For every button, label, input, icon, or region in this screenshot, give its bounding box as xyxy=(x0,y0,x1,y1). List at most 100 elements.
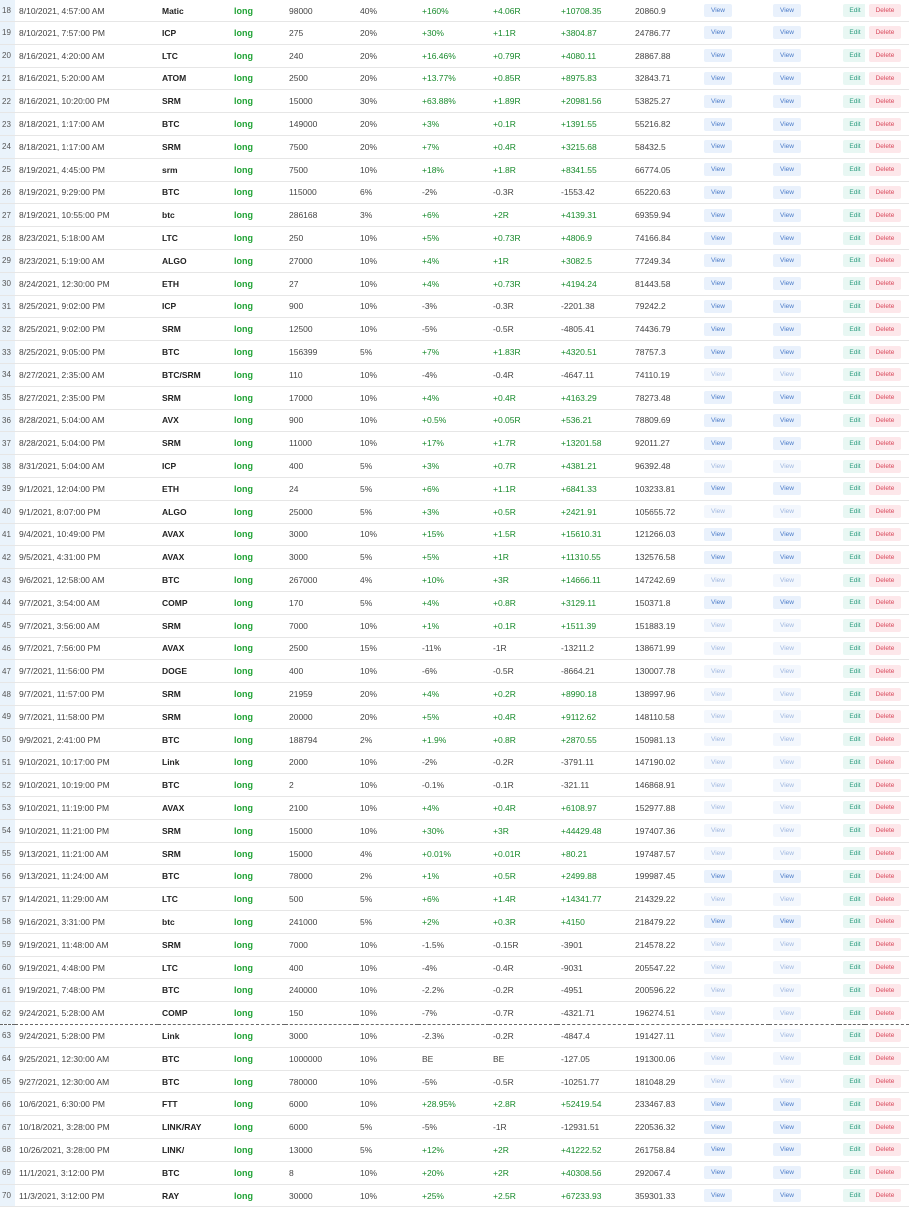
view-button[interactable]: View xyxy=(704,299,732,313)
view-chart-button[interactable]: View xyxy=(773,641,801,655)
view-button[interactable]: View xyxy=(704,824,732,838)
edit-button[interactable]: Edit xyxy=(843,140,865,154)
edit-button[interactable]: Edit xyxy=(843,892,865,906)
view-button[interactable]: View xyxy=(704,277,732,291)
view-button[interactable]: View xyxy=(704,573,732,587)
edit-button[interactable]: Edit xyxy=(843,413,865,427)
view-button[interactable]: View xyxy=(704,482,732,496)
edit-button[interactable]: Edit xyxy=(843,1143,865,1157)
view-chart-button[interactable]: View xyxy=(773,1097,801,1111)
delete-button[interactable]: Delete xyxy=(869,550,901,564)
view-chart-button[interactable]: View xyxy=(773,869,801,883)
edit-button[interactable]: Edit xyxy=(843,231,865,245)
view-chart-button[interactable]: View xyxy=(773,163,801,177)
edit-button[interactable]: Edit xyxy=(843,938,865,952)
delete-button[interactable]: Delete xyxy=(869,1006,901,1020)
edit-button[interactable]: Edit xyxy=(843,710,865,724)
view-button[interactable]: View xyxy=(704,71,732,85)
view-chart-button[interactable]: View xyxy=(773,573,801,587)
delete-button[interactable]: Delete xyxy=(869,368,901,382)
edit-button[interactable]: Edit xyxy=(843,847,865,861)
edit-button[interactable]: Edit xyxy=(843,26,865,40)
view-chart-button[interactable]: View xyxy=(773,231,801,245)
view-button[interactable]: View xyxy=(704,208,732,222)
view-button[interactable]: View xyxy=(704,550,732,564)
delete-button[interactable]: Delete xyxy=(869,117,901,131)
edit-button[interactable]: Edit xyxy=(843,482,865,496)
view-chart-button[interactable]: View xyxy=(773,938,801,952)
edit-button[interactable]: Edit xyxy=(843,345,865,359)
delete-button[interactable]: Delete xyxy=(869,299,901,313)
view-chart-button[interactable]: View xyxy=(773,983,801,997)
edit-button[interactable]: Edit xyxy=(843,1120,865,1134)
view-button[interactable]: View xyxy=(704,641,732,655)
delete-button[interactable]: Delete xyxy=(869,140,901,154)
delete-button[interactable]: Delete xyxy=(869,824,901,838)
view-button[interactable]: View xyxy=(704,413,732,427)
view-button[interactable]: View xyxy=(704,755,732,769)
view-chart-button[interactable]: View xyxy=(773,596,801,610)
delete-button[interactable]: Delete xyxy=(869,413,901,427)
delete-button[interactable]: Delete xyxy=(869,208,901,222)
delete-button[interactable]: Delete xyxy=(869,755,901,769)
edit-button[interactable]: Edit xyxy=(843,869,865,883)
view-button[interactable]: View xyxy=(704,1166,732,1180)
edit-button[interactable]: Edit xyxy=(843,1029,865,1043)
view-chart-button[interactable]: View xyxy=(773,961,801,975)
view-chart-button[interactable]: View xyxy=(773,733,801,747)
edit-button[interactable]: Edit xyxy=(843,254,865,268)
view-chart-button[interactable]: View xyxy=(773,1029,801,1043)
view-chart-button[interactable]: View xyxy=(773,824,801,838)
view-button[interactable]: View xyxy=(704,664,732,678)
view-button[interactable]: View xyxy=(704,1006,732,1020)
edit-button[interactable]: Edit xyxy=(843,208,865,222)
view-chart-button[interactable]: View xyxy=(773,436,801,450)
view-button[interactable]: View xyxy=(704,1143,732,1157)
view-button[interactable]: View xyxy=(704,1120,732,1134)
delete-button[interactable]: Delete xyxy=(869,482,901,496)
view-chart-button[interactable]: View xyxy=(773,254,801,268)
edit-button[interactable]: Edit xyxy=(843,983,865,997)
view-button[interactable]: View xyxy=(704,49,732,63)
edit-button[interactable]: Edit xyxy=(843,1097,865,1111)
delete-button[interactable]: Delete xyxy=(869,892,901,906)
view-button[interactable]: View xyxy=(704,1097,732,1111)
view-button[interactable]: View xyxy=(704,345,732,359)
delete-button[interactable]: Delete xyxy=(869,710,901,724)
view-button[interactable]: View xyxy=(704,368,732,382)
view-chart-button[interactable]: View xyxy=(773,345,801,359)
view-chart-button[interactable]: View xyxy=(773,778,801,792)
view-chart-button[interactable]: View xyxy=(773,299,801,313)
view-chart-button[interactable]: View xyxy=(773,117,801,131)
delete-button[interactable]: Delete xyxy=(869,71,901,85)
view-button[interactable]: View xyxy=(704,801,732,815)
view-chart-button[interactable]: View xyxy=(773,710,801,724)
edit-button[interactable]: Edit xyxy=(843,801,865,815)
view-chart-button[interactable]: View xyxy=(773,847,801,861)
edit-button[interactable]: Edit xyxy=(843,4,865,17)
delete-button[interactable]: Delete xyxy=(869,436,901,450)
delete-button[interactable]: Delete xyxy=(869,1052,901,1066)
delete-button[interactable]: Delete xyxy=(869,915,901,929)
delete-button[interactable]: Delete xyxy=(869,1097,901,1111)
delete-button[interactable]: Delete xyxy=(869,459,901,473)
edit-button[interactable]: Edit xyxy=(843,185,865,199)
view-chart-button[interactable]: View xyxy=(773,26,801,40)
view-button[interactable]: View xyxy=(704,436,732,450)
view-chart-button[interactable]: View xyxy=(773,49,801,63)
edit-button[interactable]: Edit xyxy=(843,391,865,405)
edit-button[interactable]: Edit xyxy=(843,733,865,747)
view-chart-button[interactable]: View xyxy=(773,755,801,769)
delete-button[interactable]: Delete xyxy=(869,1189,901,1203)
delete-button[interactable]: Delete xyxy=(869,254,901,268)
delete-button[interactable]: Delete xyxy=(869,801,901,815)
delete-button[interactable]: Delete xyxy=(869,527,901,541)
edit-button[interactable]: Edit xyxy=(843,459,865,473)
view-chart-button[interactable]: View xyxy=(773,664,801,678)
view-chart-button[interactable]: View xyxy=(773,482,801,496)
view-chart-button[interactable]: View xyxy=(773,892,801,906)
view-chart-button[interactable]: View xyxy=(773,1006,801,1020)
edit-button[interactable]: Edit xyxy=(843,94,865,108)
view-chart-button[interactable]: View xyxy=(773,322,801,336)
view-chart-button[interactable]: View xyxy=(773,619,801,633)
